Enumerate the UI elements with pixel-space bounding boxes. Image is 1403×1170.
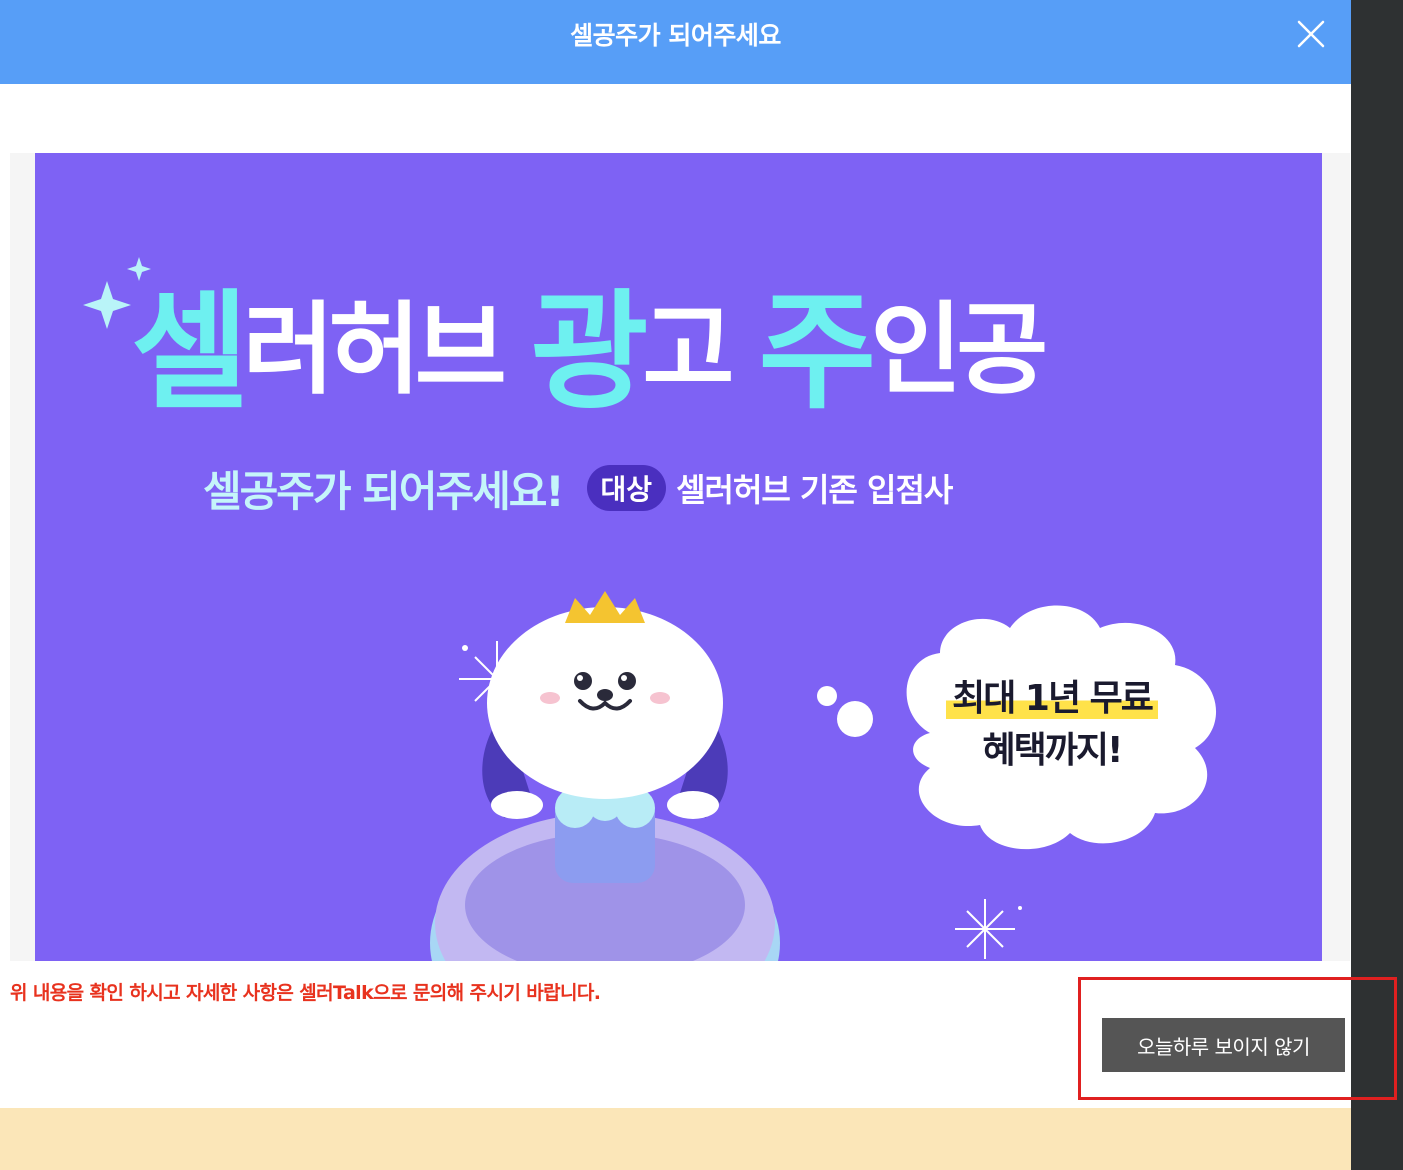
promo-banner[interactable]: 셀 러허브 광 고 주 인공 셀공주가 되어주세요! 대상 셀러허브 기존 입점… xyxy=(35,153,1322,961)
notice-text: 위 내용을 확인 하시고 자세한 사항은 셀러Talk으로 문의해 주시기 바랍… xyxy=(10,982,601,1004)
modal-header: 셀공주가 되어주세요 xyxy=(0,0,1351,84)
bubble-line-2: 혜택까지! xyxy=(982,730,1124,771)
headline-part: 인공 xyxy=(870,290,1048,408)
banner-subline: 셀공주가 되어주세요! 대상 셀러허브 기존 입점사 xyxy=(203,458,953,518)
target-badge: 대상 xyxy=(586,465,667,511)
headline-part: 광 xyxy=(530,277,649,427)
headline-part: 셀 xyxy=(131,277,249,427)
footer-strip xyxy=(0,1108,1351,1170)
close-icon[interactable] xyxy=(1291,14,1331,54)
highlight-annotation-box xyxy=(1078,977,1397,1100)
bubble-line-1: 최대 1년 무료 xyxy=(946,678,1158,719)
banner-subtitle: 셀공주가 되어주세요! xyxy=(203,466,565,516)
banner-headline: 셀 러허브 광 고 주 인공 xyxy=(131,255,1261,427)
target-text: 셀러허브 기존 입점사 xyxy=(676,471,953,509)
headline-part: 러허브 xyxy=(242,290,507,408)
headline-part: 주 xyxy=(758,277,877,427)
headline-part: 고 xyxy=(642,290,735,408)
speech-bubble-text: 최대 1년 무료 혜택까지! xyxy=(912,673,1192,777)
modal-title: 셀공주가 되어주세요 xyxy=(570,21,781,50)
